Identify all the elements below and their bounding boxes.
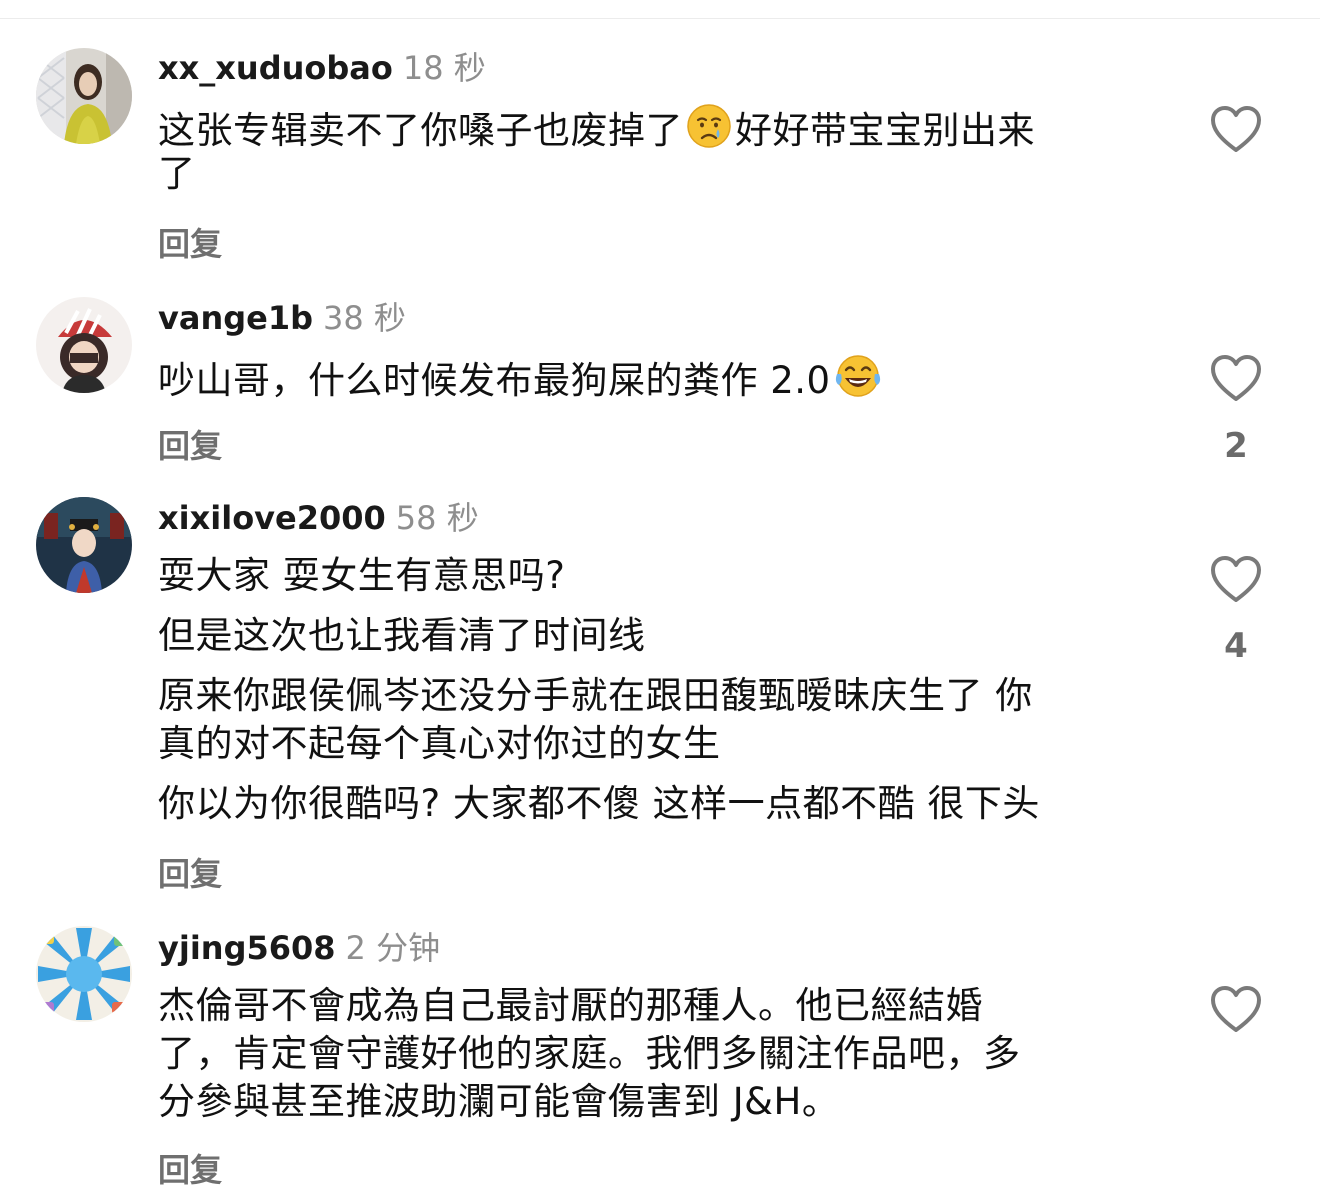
crying-face-emoji [685, 102, 733, 162]
comment-text-line: 杰倫哥不會成為自己最討厭的那種人。他已經結婚 [158, 984, 983, 1027]
like-button[interactable] [1208, 554, 1264, 606]
comment-text-line: 分參與甚至推波助瀾可能會傷害到 J&H。 [158, 1080, 840, 1123]
reply-button[interactable]: 回复 [158, 426, 222, 466]
username[interactable]: yjing5608 [158, 929, 336, 967]
reply-button[interactable]: 回复 [158, 1150, 222, 1190]
comment-text-line: 耍大家 耍女生有意思吗? [158, 554, 566, 597]
comment-text-segment: 吵山哥，什么时候发布最狗屎的粪作 2.0 [158, 359, 831, 402]
comment-text-line: 了 [158, 152, 196, 195]
comment-text-line: 这张专辑卖不了你嗓子也废掉了 好好带宝宝别出来 [158, 102, 1035, 162]
username[interactable]: vange1b [158, 299, 313, 337]
comment-meta: xixilove2000 58 秒 [158, 498, 479, 538]
like-button[interactable] [1208, 353, 1264, 405]
heart-outline-icon [1211, 106, 1261, 152]
avatar[interactable] [36, 48, 132, 144]
comment-text-segment: 这张专辑卖不了你嗓子也废掉了 [158, 109, 683, 152]
comment-text-line: 你以为你很酷吗? 大家都不傻 这样一点都不酷 很下头 [158, 782, 1040, 825]
avatar[interactable] [36, 497, 132, 593]
comment-text-line: 真的对不起每个真心对你过的女生 [158, 722, 721, 765]
timestamp: 58 秒 [395, 499, 479, 537]
username[interactable]: xx_xuduobao [158, 49, 393, 87]
avatar[interactable] [36, 297, 132, 393]
like-count: 4 [1224, 626, 1248, 666]
comment-text-segment: 好好带宝宝别出来 [735, 109, 1035, 152]
heart-outline-icon [1211, 986, 1261, 1032]
timestamp: 18 秒 [402, 49, 486, 87]
reply-button[interactable]: 回复 [158, 224, 222, 264]
like-button[interactable] [1208, 984, 1264, 1036]
like-count: 2 [1224, 426, 1248, 466]
comment-text-line: 吵山哥，什么时候发布最狗屎的粪作 2.0 [158, 352, 885, 412]
comment-meta: xx_xuduobao 18 秒 [158, 48, 486, 88]
comment-text-line: 但是这次也让我看清了时间线 [158, 614, 646, 657]
top-divider [0, 18, 1320, 19]
avatar[interactable] [36, 926, 132, 1022]
reply-button[interactable]: 回复 [158, 854, 222, 894]
comment-meta: yjing5608 2 分钟 [158, 928, 440, 968]
heart-outline-icon [1211, 556, 1261, 602]
heart-outline-icon [1211, 355, 1261, 401]
like-button[interactable] [1208, 104, 1264, 156]
username[interactable]: xixilove2000 [158, 499, 386, 537]
laughing-tears-emoji [833, 352, 883, 412]
comment-meta: vange1b 38 秒 [158, 298, 406, 338]
comment-text-line: 了，肯定會守護好他的家庭。我們多關注作品吧，多 [158, 1032, 1021, 1075]
timestamp: 2 分钟 [345, 929, 441, 967]
timestamp: 38 秒 [323, 299, 406, 337]
comment-text-line: 原来你跟侯佩岑还没分手就在跟田馥甄暧昧庆生了 你 [158, 674, 1033, 717]
